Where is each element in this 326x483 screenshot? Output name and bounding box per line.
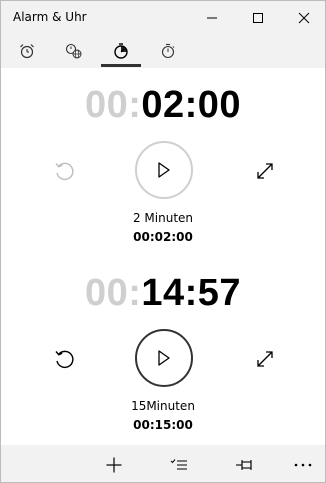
selected-tab-indicator [101,64,141,67]
tab-timer[interactable] [101,34,141,68]
expand-icon [257,351,273,367]
pin-icon [236,459,252,470]
play-icon [158,162,170,178]
maximize-icon [253,12,263,23]
more-icon [294,463,312,466]
reset-button[interactable] [49,344,79,374]
timer-duration: 00:02:00 [133,230,193,244]
expand-icon [257,163,273,179]
minimize-icon [207,17,217,18]
tab-world-clock[interactable] [54,34,94,68]
timer-minutes-seconds: 14:57 [141,272,242,314]
timer-name: 2 Minuten [132,211,194,225]
add-icon [106,457,122,472]
reset-icon [55,162,74,181]
reset-button[interactable] [49,156,79,186]
alarm-clock-icon [20,44,34,59]
expand-button[interactable] [250,344,280,374]
play-button[interactable] [135,329,193,387]
tab-alarm[interactable] [7,34,47,68]
maximize-button[interactable] [235,1,281,34]
timer-display: 00:02:00 [1,81,325,129]
app-window: Alarm & Uhr 00:02:00 2 Minuten 00:02:00 … [0,0,326,483]
expand-button[interactable] [250,156,280,186]
timer-duration: 00:15:00 [133,418,193,432]
pin-button[interactable] [225,445,265,482]
command-bar [1,445,325,482]
timer-hours: 00: [84,272,142,314]
world-clock-icon [65,43,82,59]
play-button[interactable] [135,141,193,199]
minimize-button[interactable] [189,1,235,34]
select-button[interactable] [159,445,199,482]
timer-controls [1,141,325,201]
reset-icon [55,350,74,369]
play-icon [158,350,170,366]
timer-icon [114,43,128,59]
timer-name: 15Minuten [131,399,195,413]
add-button[interactable] [94,445,134,482]
close-icon [298,12,310,23]
timer-controls [1,329,325,389]
tab-stopwatch[interactable] [148,34,188,68]
timer-hours: 00: [84,84,142,126]
more-button[interactable] [283,445,323,482]
select-list-icon [170,458,187,469]
timer-display: 00:14:57 [1,269,325,317]
title-bar[interactable]: Alarm & Uhr [1,1,325,34]
window-title: Alarm & Uhr [13,10,87,24]
stopwatch-icon [161,43,175,59]
close-button[interactable] [281,1,325,34]
tab-bar [1,34,325,68]
timer-minutes-seconds: 02:00 [141,84,242,126]
